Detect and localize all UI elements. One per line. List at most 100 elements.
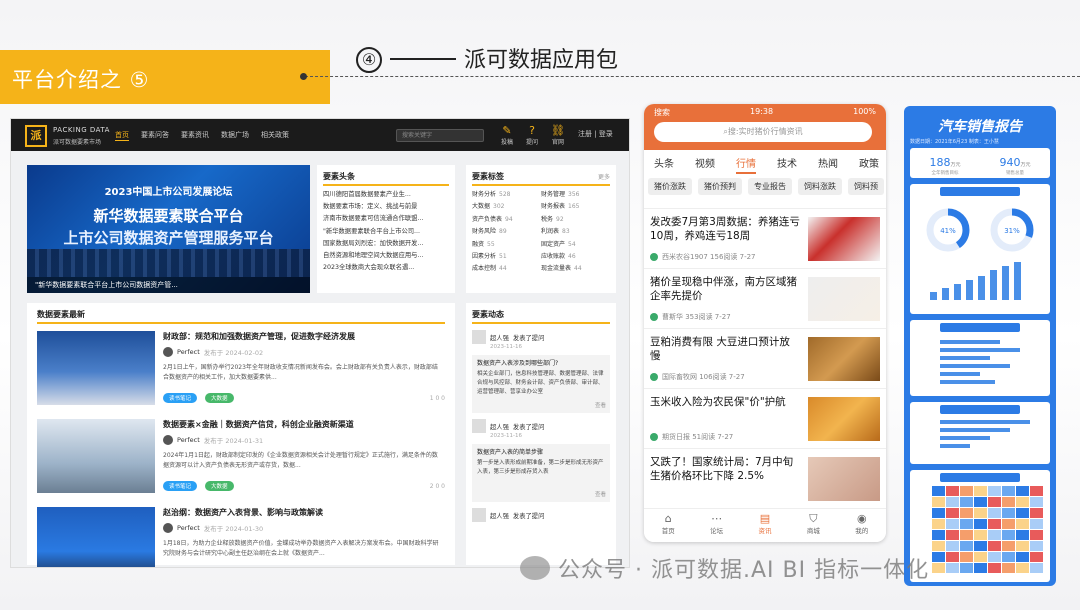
- app-news-item[interactable]: 又跌了！国家统计局：7月中旬生猪价格环比下降 2.5%: [644, 448, 886, 508]
- news-title[interactable]: 数据要素×金融｜数据资产信贷，科创企业融资新渠道: [163, 419, 354, 430]
- app-news-thumbnail[interactable]: [808, 397, 880, 441]
- tag-item[interactable]: 应收账款 46: [541, 251, 610, 263]
- tag-badge[interactable]: 大数据: [205, 393, 234, 403]
- app-news-thumbnail[interactable]: [808, 217, 880, 261]
- bottom-nav-资讯[interactable]: ▤ 资讯: [758, 512, 771, 542]
- app-search-input[interactable]: ⌕搜:实时猪价行情资讯: [654, 122, 872, 142]
- submit-button[interactable]: ✎ 投稿: [501, 125, 513, 147]
- nav-data-square[interactable]: 数据广场: [221, 130, 249, 141]
- dynamic-card[interactable]: 数据资产入表涉及到哪些部门? 相关企业部门，信息科技管理部、数据管理部、法律合规与…: [472, 355, 610, 413]
- dynamic-date: 2023-11-16: [490, 433, 522, 439]
- news-author: Perfect 发布于 2024-01-30: [163, 523, 263, 533]
- login-link[interactable]: 注册 | 登录: [578, 129, 613, 146]
- nav-policy[interactable]: 相关政策: [261, 130, 289, 141]
- app-tab[interactable]: 视频: [695, 155, 715, 174]
- news-item[interactable]: 财政部：规范和加强数据资产管理，促进数字经济发展 Perfect 发布于 2024-…: [37, 327, 445, 415]
- heatmap-cell: [946, 541, 959, 551]
- tag-count: 51: [499, 253, 507, 261]
- filter-chip[interactable]: 饲料预: [848, 178, 884, 195]
- nav-home[interactable]: 首页: [115, 130, 129, 141]
- app-news-thumbnail[interactable]: [808, 277, 880, 321]
- tag-item[interactable]: 现金流量表 44: [541, 263, 610, 275]
- tag-badge[interactable]: 大数据: [205, 481, 234, 491]
- app-news-title[interactable]: 猪价呈现稳中伴涨，南方区域猪企率先提价: [650, 275, 800, 303]
- bottom-nav-首页[interactable]: ⌂ 首页: [662, 512, 675, 542]
- tag-item[interactable]: 固定资产 54: [541, 239, 610, 251]
- app-news-title[interactable]: 又跌了！国家统计局：7月中旬生猪价格环比下降 2.5%: [650, 455, 800, 483]
- bottom-nav-论坛[interactable]: ⋯ 论坛: [710, 512, 723, 542]
- avatar: [472, 419, 486, 433]
- filter-chip[interactable]: 猪价涨跌: [648, 178, 692, 195]
- tag-count: 54: [568, 240, 576, 248]
- site-search-input[interactable]: 搜索关键字: [396, 129, 484, 142]
- headline-item[interactable]: 数据要素市场：定义、挑战与前景: [323, 201, 449, 213]
- view-link[interactable]: 查看: [595, 491, 606, 500]
- dynamic-user[interactable]: 超人强 发表了提问: [472, 330, 610, 344]
- tag-item[interactable]: 利润表 83: [541, 226, 610, 238]
- app-news-thumbnail[interactable]: [808, 457, 880, 501]
- app-news-title[interactable]: 豆粕消费有限 大豆进口预计放慢: [650, 335, 800, 363]
- headline-item[interactable]: 四川德阳首届数据要素产业生...: [323, 189, 449, 201]
- nav-news[interactable]: 要素资讯: [181, 130, 209, 141]
- view-link[interactable]: 查看: [595, 402, 606, 411]
- tag-count: 89: [499, 228, 507, 236]
- filter-chip[interactable]: 饲料涨跌: [798, 178, 842, 195]
- news-thumbnail[interactable]: [37, 331, 155, 405]
- headline-item[interactable]: 2023全球数商大会现众联名遇...: [323, 262, 449, 274]
- news-item[interactable]: 赵治纲：数据资产入表背景、影响与政策解读 Perfect 发布于 2024-01-3…: [37, 503, 445, 567]
- app-tab[interactable]: 热闻: [818, 155, 838, 174]
- dynamic-user[interactable]: 超人强 发表了提问: [472, 508, 610, 522]
- bottom-nav-我的[interactable]: ◉ 我的: [855, 512, 868, 542]
- tag-item[interactable]: 税务 92: [541, 214, 610, 226]
- news-item[interactable]: 数据要素×金融｜数据资产信贷，科创企业融资新渠道 Perfect 发布于 2024-…: [37, 415, 445, 503]
- tags-more-link[interactable]: 更多: [598, 172, 610, 181]
- bottom-nav-商城[interactable]: ⛉ 商城: [807, 512, 820, 542]
- news-thumbnail[interactable]: [37, 507, 155, 567]
- app-news-title[interactable]: 发改委7月第3周数据：养猪连亏10周，养鸡连亏18周: [650, 215, 800, 243]
- headline-item[interactable]: "新华数据要素联合平台上市公司...: [323, 226, 449, 238]
- dynamic-card[interactable]: 数据资产入表的简单步骤 第一步是入表形成前期准备，第二步是形成无形资产入表，第三步…: [472, 444, 610, 502]
- avatar: [163, 347, 173, 357]
- app-tab[interactable]: 政策: [859, 155, 879, 174]
- dynamic-user[interactable]: 超人强 发表了提问: [472, 419, 610, 433]
- tag-item[interactable]: 融资 55: [472, 239, 541, 251]
- post-date: 发布于 2024-01-30: [203, 525, 264, 533]
- news-banner[interactable]: 2023中国上市公司发展论坛 新华数据要素联合平台 上市公司数据资产管理服务平台…: [27, 165, 310, 293]
- section-title: 平台介绍之 ⑤: [12, 68, 150, 92]
- app-chips: 猪价涨跌 猪价预判 专业报告 饲料涨跌 饲料预: [644, 178, 884, 195]
- news-thumbnail[interactable]: [37, 419, 155, 493]
- nav-qa[interactable]: 要素问答: [141, 130, 169, 141]
- tag-item[interactable]: 财务分析 528: [472, 189, 541, 201]
- tag-badge[interactable]: 读书笔记: [163, 393, 198, 403]
- ask-button[interactable]: ? 提问: [526, 125, 538, 147]
- filter-chip[interactable]: 猪价预判: [698, 178, 742, 195]
- app-news-item[interactable]: 发改委7月第3周数据：养猪连亏10周，养鸡连亏18周 西米农谷1907 156阅读…: [644, 208, 886, 268]
- website-link[interactable]: ⛓ 官网: [551, 125, 565, 147]
- news-title[interactable]: 赵治纲：数据资产入表背景、影响与政策解读: [163, 507, 323, 518]
- app-news-title[interactable]: 玉米收入险为农民保"价"护航: [650, 395, 800, 409]
- app-tab[interactable]: 行情: [736, 155, 756, 174]
- site-logo-icon[interactable]: 派: [25, 125, 47, 147]
- tag-badge[interactable]: 读书笔记: [163, 481, 198, 491]
- headline-item[interactable]: 自然资源和地理空间大数据应用与...: [323, 250, 449, 262]
- banner-photo: [27, 249, 310, 277]
- tag-item[interactable]: 财务报表 165: [541, 201, 610, 213]
- app-news-item[interactable]: 猪价呈现稳中伴涨，南方区域猪企率先提价 曹斯华 353阅读 7-27: [644, 268, 886, 328]
- tag-item[interactable]: 成本控制 44: [472, 263, 541, 275]
- heatmap-cell: [1016, 541, 1029, 551]
- app-news-thumbnail[interactable]: [808, 337, 880, 381]
- filter-chip[interactable]: 专业报告: [748, 178, 792, 195]
- tag-item[interactable]: 资产负债表 94: [472, 214, 541, 226]
- app-news-item[interactable]: 豆粕消费有限 大豆进口预计放慢 国际畜牧网 106阅读 7-27: [644, 328, 886, 388]
- headline-item[interactable]: 济南市数据要素可信流通合作联盟...: [323, 213, 449, 225]
- app-news-item[interactable]: 玉米收入险为农民保"价"护航 期货日报 51阅读 7-27: [644, 388, 886, 448]
- app-tab[interactable]: 技术: [777, 155, 797, 174]
- tag-item[interactable]: 大数据 302: [472, 201, 541, 213]
- tag-item[interactable]: 财务风险 89: [472, 226, 541, 238]
- headline-item[interactable]: 国家数据局刘烈宏：加快数据开发...: [323, 238, 449, 250]
- tag-item[interactable]: 财务管理 356: [541, 189, 610, 201]
- forum-icon: ⋯: [711, 512, 723, 525]
- tag-item[interactable]: 因素分析 51: [472, 251, 541, 263]
- news-title[interactable]: 财政部：规范和加强数据资产管理，促进数字经济发展: [163, 331, 355, 342]
- app-tab[interactable]: 头条: [654, 155, 674, 174]
